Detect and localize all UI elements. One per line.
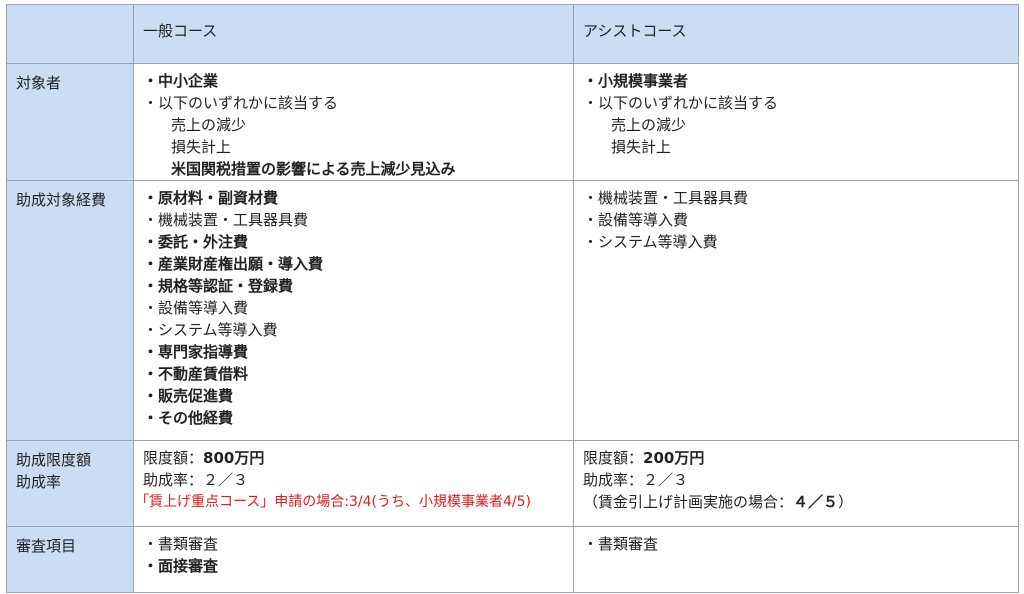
row-label-text: 対象者 — [16, 74, 62, 92]
limit-line: 限度額：200万円 — [583, 447, 1018, 469]
row-label-expenses: 助成対象経費 — [6, 180, 134, 441]
rate-line: 助成率：２／３ — [583, 471, 689, 489]
general-limit-cell: 限度額：800万円 助成率：２／３ 「賃上げ重点コース」申請の場合:3/4(うち… — [133, 440, 574, 527]
row-review-items: 審査項目 ・書類審査 ・面接審査 ・書類審査 — [6, 526, 1019, 593]
list-item: ・産業財産権出願・導入費 — [143, 255, 324, 273]
note-suffix: ） — [838, 493, 854, 511]
limit-line: 限度額：800万円 — [143, 447, 573, 469]
list-item: 損失計上 — [171, 138, 232, 156]
row-eligible-expenses: 助成対象経費 ・原材料・副資材費 ・機械装置・工具器具費 ・委託・外注費 ・産業… — [6, 180, 1019, 441]
list-item: ・面接審査 — [143, 557, 219, 575]
list-item: 売上の減少 — [171, 116, 247, 134]
list-item: ・原材料・副資材費 — [143, 189, 279, 207]
row-limit-rate: 助成限度額 助成率 限度額：800万円 助成率：２／３ 「賃上げ重点コース」申請… — [6, 440, 1019, 527]
note-prefix: （賃金引上げ計画実施の場合： — [583, 493, 794, 511]
header-general-course: 一般コース — [133, 4, 574, 64]
list-item: ・設備等導入費 — [583, 211, 689, 229]
list-item: ・小規模事業者 — [583, 72, 689, 90]
course-comparison-table: 一般コース アシストコース 対象者 ・中小企業 ・以下のいずれかに該当する 売上… — [6, 4, 1019, 593]
header-row: 一般コース アシストコース — [6, 4, 1019, 64]
list-item: ・以下のいずれかに該当する — [143, 94, 339, 112]
list-item: ・販売促進費 — [143, 387, 234, 405]
row-label-target: 対象者 — [6, 63, 134, 181]
note-value: ４／５ — [793, 493, 839, 511]
list-item: ・委託・外注費 — [143, 233, 249, 251]
assist-limit-cell: 限度額：200万円 助成率：２／３ （賃金引上げ計画実施の場合：４／５） — [573, 440, 1019, 527]
list-item: 売上の減少 — [611, 116, 687, 134]
list-item: ・機械装置・工具器具費 — [143, 211, 309, 229]
row-label-review: 審査項目 — [6, 526, 134, 593]
list-item: ・不動産賃借料 — [143, 365, 249, 383]
general-target-cell: ・中小企業 ・以下のいずれかに該当する 売上の減少 損失計上 米国関税措置の影響… — [133, 63, 574, 181]
row-target: 対象者 ・中小企業 ・以下のいずれかに該当する 売上の減少 損失計上 米国関税措… — [6, 63, 1019, 181]
list-item: ・システム等導入費 — [583, 233, 718, 251]
list-item: ・設備等導入費 — [143, 299, 249, 317]
list-item: ・中小企業 — [143, 72, 219, 90]
list-item: ・システム等導入費 — [143, 321, 278, 339]
assist-target-cell: ・小規模事業者 ・以下のいずれかに該当する 売上の減少 損失計上 — [573, 63, 1019, 181]
wage-plan-note: （賃金引上げ計画実施の場合：４／５） — [583, 491, 1018, 513]
assist-expenses-cell: ・機械装置・工具器具費 ・設備等導入費 ・システム等導入費 — [573, 180, 1019, 441]
rate-line: 助成率：２／３ — [143, 471, 249, 489]
row-label-limit-rate: 助成限度額 助成率 — [6, 440, 134, 527]
row-label-text: 助成限度額 — [16, 451, 92, 469]
list-item: ・規格等認証・登録費 — [143, 277, 294, 295]
list-item: ・書類審査 — [583, 535, 659, 553]
limit-label: 限度額： — [583, 449, 644, 467]
list-item: ・書類審査 — [143, 535, 219, 553]
list-item: ・機械装置・工具器具費 — [583, 189, 749, 207]
comparison-table-wrapper: 一般コース アシストコース 対象者 ・中小企業 ・以下のいずれかに該当する 売上… — [6, 4, 1019, 593]
wage-increase-note: 「賃上げ重点コース」申請の場合:3/4(うち、小規模事業者4/5) — [135, 494, 532, 510]
limit-value: 800万円 — [203, 449, 265, 467]
list-item: 損失計上 — [611, 138, 672, 156]
list-item: ・専門家指導費 — [143, 343, 249, 361]
limit-label: 限度額： — [143, 449, 204, 467]
general-expenses-cell: ・原材料・副資材費 ・機械装置・工具器具費 ・委託・外注費 ・産業財産権出願・導… — [133, 180, 574, 441]
list-item: ・以下のいずれかに該当する — [583, 94, 779, 112]
header-assist-course: アシストコース — [573, 4, 1019, 64]
header-corner-cell — [6, 4, 134, 64]
assist-review-cell: ・書類審査 — [573, 526, 1019, 593]
general-review-cell: ・書類審査 ・面接審査 — [133, 526, 574, 593]
list-item: ・その他経費 — [143, 409, 234, 427]
row-label-text: 助成対象経費 — [16, 191, 107, 209]
row-label-text: 審査項目 — [16, 537, 77, 555]
row-label-text: 助成率 — [16, 473, 62, 491]
limit-value: 200万円 — [643, 449, 705, 467]
list-item: 米国関税措置の影響による売上減少見込み — [171, 160, 456, 178]
